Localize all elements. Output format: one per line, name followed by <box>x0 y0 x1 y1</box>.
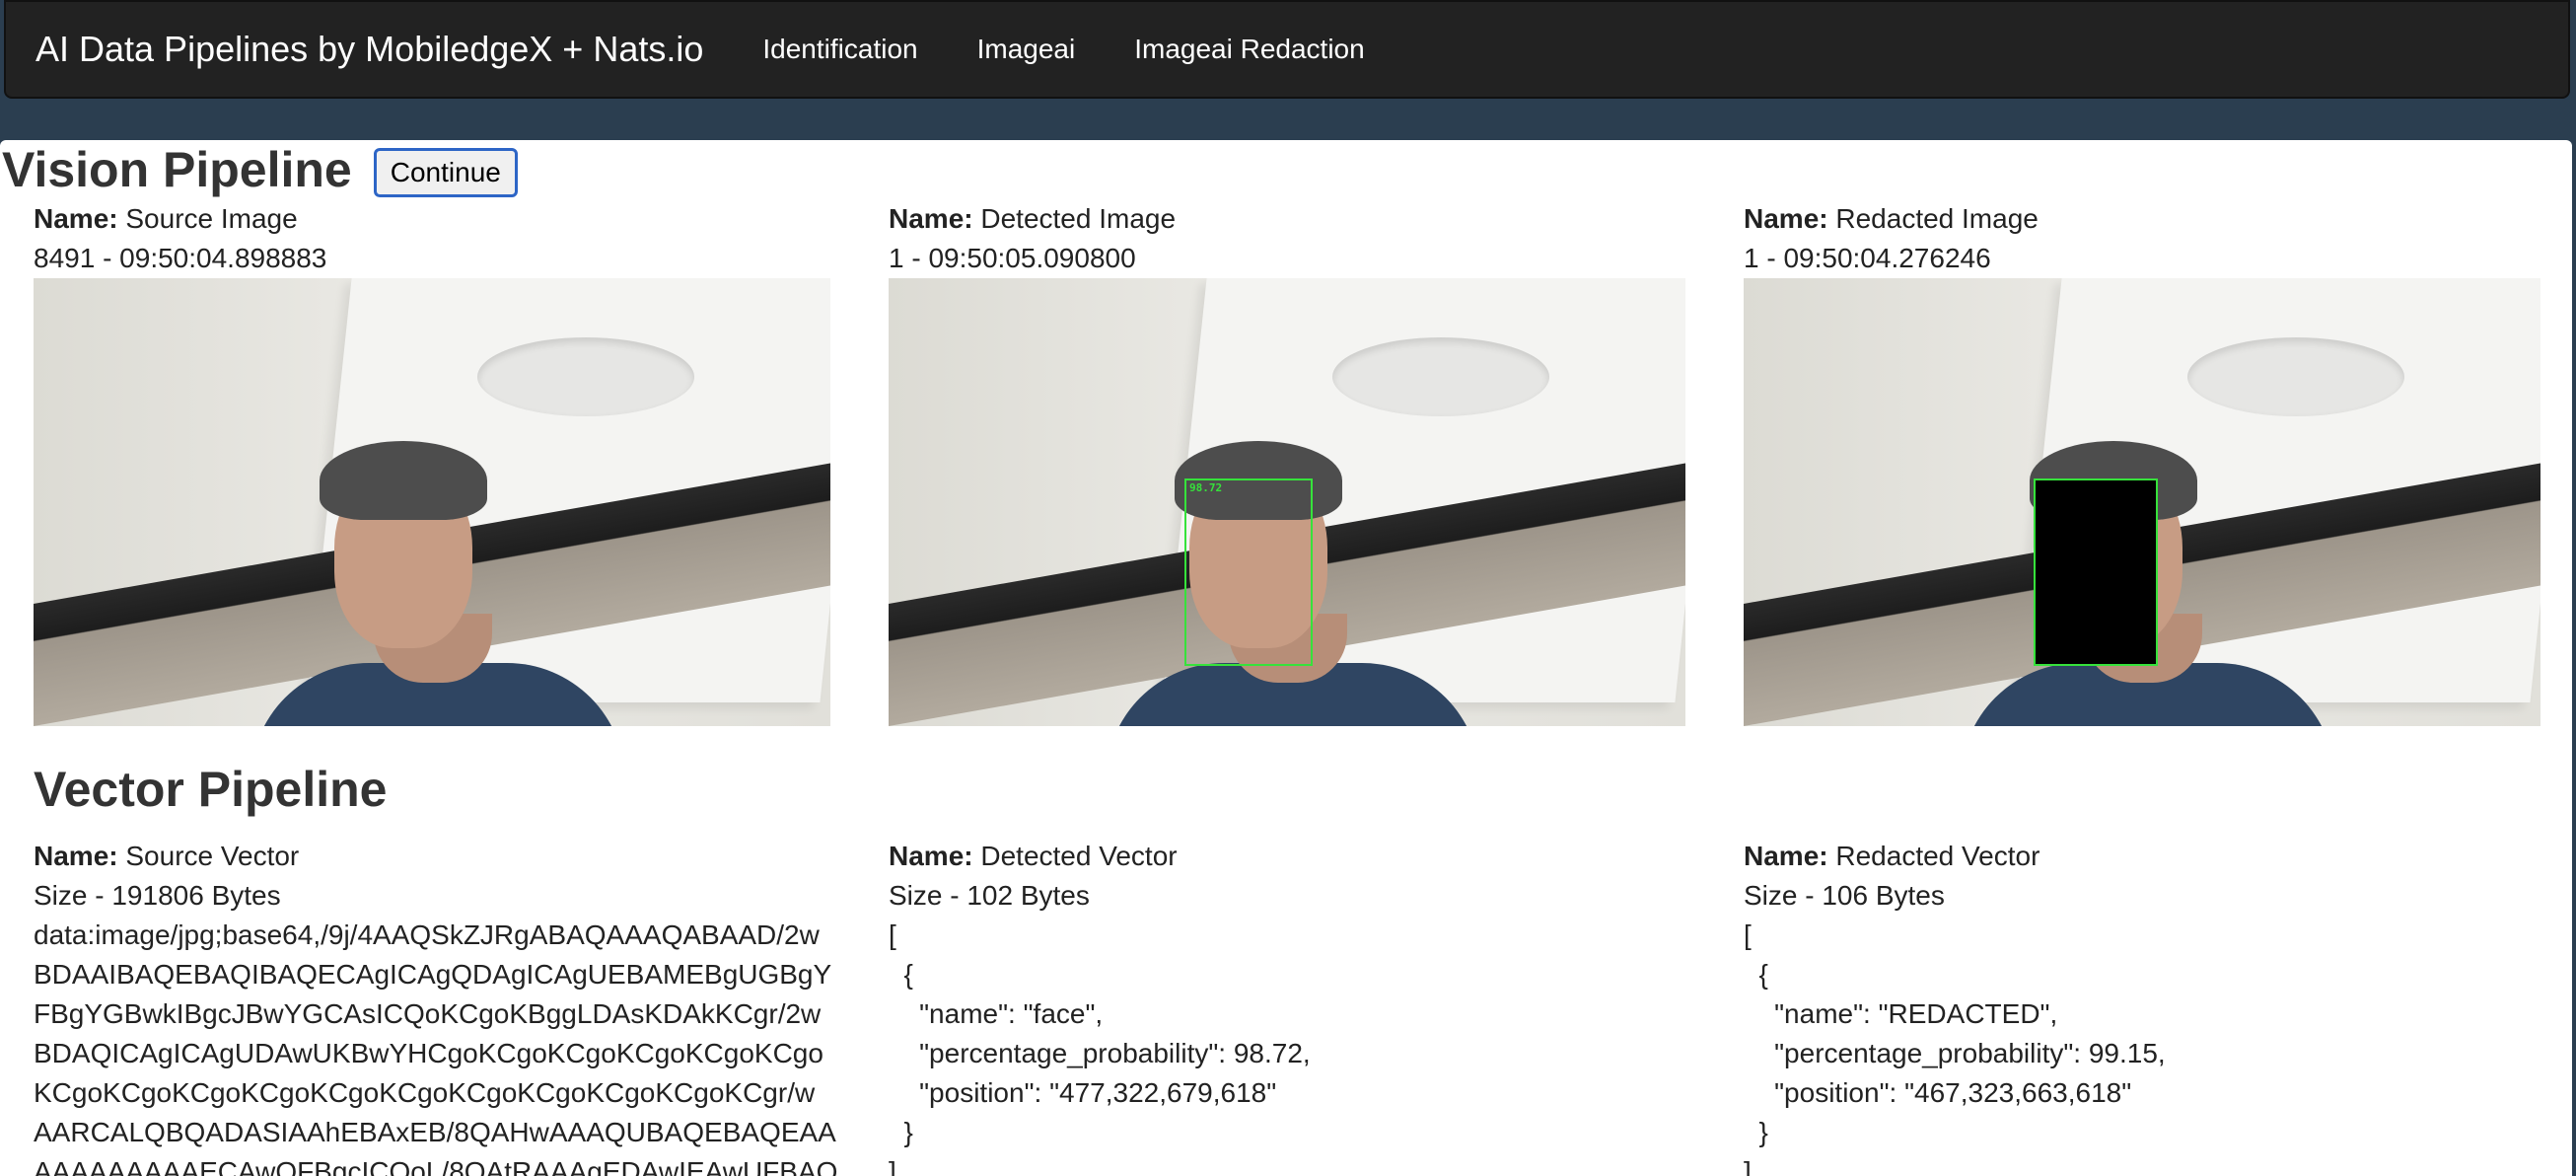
source-image-column: Name: Source Image 8491 - 09:50:04.89888… <box>34 199 830 726</box>
detected-vector-json-line: ] <box>889 1156 896 1176</box>
source-vector-name: Name: Source Vector <box>34 837 830 876</box>
source-image-meta: 8491 - 09:50:04.898883 <box>34 243 327 273</box>
source-image-name-value: Source Image <box>125 203 298 234</box>
redacted-vector-json-line: ] <box>1744 1156 1752 1176</box>
name-label: Name: <box>889 203 973 234</box>
source-vector-size: Size - 191806 Bytes <box>34 880 281 911</box>
redacted-vector-json-line: "percentage_probability": 99.15, <box>1744 1038 2166 1068</box>
detected-vector-json-line: { <box>889 959 913 990</box>
name-label: Name: <box>1744 203 1828 234</box>
redacted-vector-json-line: [ <box>1744 919 1752 950</box>
name-label: Name: <box>34 841 118 871</box>
detected-vector-name-value: Detected Vector <box>980 841 1178 871</box>
redacted-vector-json-line: } <box>1744 1117 1768 1147</box>
nav-link-identification[interactable]: Identification <box>762 34 917 65</box>
detected-vector-name: Name: Detected Vector <box>889 837 1685 876</box>
name-label: Name: <box>889 841 973 871</box>
name-label: Name: <box>1744 841 1828 871</box>
source-image-name: Name: Source Image <box>34 199 830 239</box>
name-label: Name: <box>34 203 118 234</box>
detected-vector-column: Name: Detected Vector Size - 102 Bytes [… <box>889 837 1685 1176</box>
redacted-image <box>1744 278 2540 726</box>
redacted-vector-name-value: Redacted Vector <box>1835 841 2040 871</box>
nav-link-imageai-redaction[interactable]: Imageai Redaction <box>1134 34 1364 65</box>
detected-image: 98.72 <box>889 278 1685 726</box>
face-redaction-box <box>2034 478 2158 666</box>
source-vector-line: KCgoKCgoKCgoKCgoKCgoKCgoKCgoKCgoKCgoKCgo… <box>34 1077 816 1108</box>
redacted-vector-json-line: "position": "467,323,663,618" <box>1744 1077 2132 1108</box>
vision-pipeline-title: Vision Pipeline <box>2 142 352 197</box>
source-vector-name-value: Source Vector <box>125 841 300 871</box>
detection-confidence-label: 98.72 <box>1189 481 1223 494</box>
redacted-vector-column: Name: Redacted Vector Size - 106 Bytes [… <box>1744 837 2540 1176</box>
face-detection-box: 98.72 <box>1184 478 1313 666</box>
detected-vector-size: Size - 102 Bytes <box>889 880 1090 911</box>
source-vector-line: AARCALQBQADASIAAhEBAxEB/8QAHwAAAQUBAQEBA… <box>34 1117 836 1147</box>
detected-vector-json-line: } <box>889 1117 913 1147</box>
content-panel: Vision Pipeline Continue Name: Source Im… <box>0 140 2572 1176</box>
navbar: AI Data Pipelines by MobiledgeX + Nats.i… <box>4 0 2570 99</box>
detected-image-column: Name: Detected Image 1 - 09:50:05.090800… <box>889 199 1685 726</box>
detected-vector-json-line: [ <box>889 919 896 950</box>
redacted-vector-size: Size - 106 Bytes <box>1744 880 1945 911</box>
source-vector-line: BDAAIBAQEBAQIBAQECAgICAgQDAgICAgUEBAMEBg… <box>34 959 832 990</box>
detected-vector-json-line: "name": "face", <box>889 998 1104 1029</box>
source-vector-line: FBgYGBwkIBgcJBwYGCAsICQoKCgoKBggLDAsKDAk… <box>34 998 822 1029</box>
redacted-vector-name: Name: Redacted Vector <box>1744 837 2540 876</box>
source-vector-column: Name: Source Vector Size - 191806 Bytes … <box>34 837 838 1176</box>
detected-vector-json-line: "position": "477,322,679,618" <box>889 1077 1277 1108</box>
redacted-vector-json-line: { <box>1744 959 1768 990</box>
vector-pipeline-title: Vector Pipeline <box>34 762 388 817</box>
vision-header: Vision Pipeline Continue <box>2 140 518 199</box>
source-vector-line: BDAQICAgICAgUDAwUKBwYHCgoKCgoKCgoKCgoKCg… <box>34 1038 823 1068</box>
detected-vector-json-line: "percentage_probability": 98.72, <box>889 1038 1311 1068</box>
redacted-image-name-value: Redacted Image <box>1835 203 2039 234</box>
continue-button[interactable]: Continue <box>373 148 518 197</box>
redacted-image-meta: 1 - 09:50:04.276246 <box>1744 243 1991 273</box>
detected-image-name-value: Detected Image <box>980 203 1177 234</box>
source-vector-line: AAAAAAAAAECAwQFBgcICQoL/8QAtRAAAgEDAwIEA… <box>34 1156 838 1176</box>
source-image <box>34 278 830 726</box>
redacted-image-column: Name: Redacted Image 1 - 09:50:04.276246 <box>1744 199 2540 726</box>
navbar-brand[interactable]: AI Data Pipelines by MobiledgeX + Nats.i… <box>36 29 703 70</box>
source-vector-line: data:image/jpg;base64,/9j/4AAQSkZJRgABAQ… <box>34 919 820 950</box>
nav-link-imageai[interactable]: Imageai <box>977 34 1076 65</box>
detected-image-name: Name: Detected Image <box>889 199 1685 239</box>
redacted-image-name: Name: Redacted Image <box>1744 199 2540 239</box>
redacted-vector-json-line: "name": "REDACTED", <box>1744 998 2058 1029</box>
detected-image-meta: 1 - 09:50:05.090800 <box>889 243 1136 273</box>
